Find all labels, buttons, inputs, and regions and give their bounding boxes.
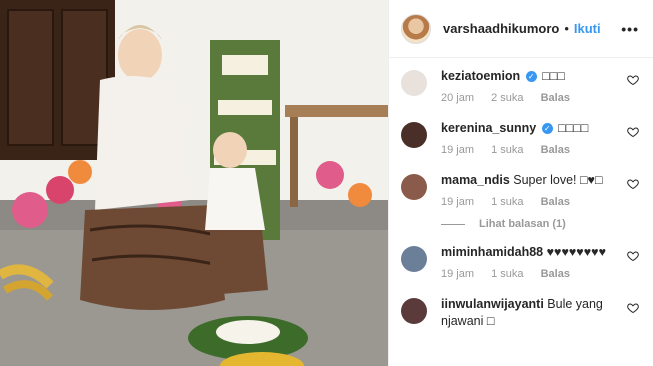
comment-time[interactable]: 20 jam — [441, 92, 474, 104]
comment-item: keziatoemion ✓ □□□ 20 jam 2 suka Balas — [401, 68, 639, 104]
author-username[interactable]: varshaadhikumoro — [443, 21, 559, 36]
comment-likes[interactable]: 1 suka — [491, 144, 523, 156]
comment-time[interactable]: 19 jam — [441, 144, 474, 156]
comment-item: iinwulanwijayanti Bule yang njawani □ — [401, 296, 639, 330]
comment-text: Super love! □♥□ — [513, 173, 603, 187]
comment-text: □□□□ — [558, 121, 589, 135]
commenter-avatar[interactable] — [401, 122, 427, 148]
comment-likes[interactable]: 1 suka — [491, 196, 523, 208]
heart-icon[interactable] — [627, 250, 639, 262]
replies-divider — [441, 223, 465, 225]
commenter-username[interactable]: miminhamidah88 — [441, 245, 543, 259]
commenter-username[interactable]: mama_ndis — [441, 173, 510, 187]
verified-badge-icon: ✓ — [541, 123, 553, 135]
comment-item: mama_ndis Super love! □♥□ 19 jam 1 suka … — [401, 172, 639, 208]
comment-time[interactable]: 19 jam — [441, 196, 474, 208]
reply-button[interactable]: Balas — [541, 196, 570, 208]
commenter-username[interactable]: kerenina_sunny — [441, 121, 536, 135]
separator-dot: • — [564, 21, 569, 36]
commenter-username[interactable]: keziatoemion — [441, 69, 520, 83]
comment-text: □□□ — [542, 69, 565, 83]
commenter-avatar[interactable] — [401, 246, 427, 272]
heart-icon[interactable] — [627, 126, 639, 138]
author-avatar[interactable] — [401, 13, 431, 44]
post-header: varshaadhikumoro • Ikuti ••• — [389, 0, 653, 58]
post-photo-illustration — [0, 0, 388, 366]
follow-button[interactable]: Ikuti — [574, 21, 601, 36]
verified-badge-icon: ✓ — [525, 71, 537, 83]
commenter-avatar[interactable] — [401, 174, 427, 200]
instagram-post: varshaadhikumoro • Ikuti ••• keziatoemio… — [0, 0, 653, 366]
more-options-icon[interactable]: ••• — [621, 21, 639, 37]
view-replies-label[interactable]: Lihat balasan (1) — [479, 218, 566, 230]
view-replies-link[interactable]: Lihat balasan (1) — [441, 218, 639, 230]
post-photo[interactable] — [0, 0, 388, 366]
comment-text: ♥♥♥♥♥♥♥♥ — [546, 245, 606, 259]
comment-likes[interactable]: 2 suka — [491, 92, 523, 104]
commenter-avatar[interactable] — [401, 298, 427, 324]
comment-item: kerenina_sunny ✓ □□□□ 19 jam 1 suka Bala… — [401, 120, 639, 156]
comment-time[interactable]: 19 jam — [441, 268, 474, 280]
reply-button[interactable]: Balas — [541, 144, 570, 156]
heart-icon[interactable] — [627, 178, 639, 190]
comment-likes[interactable]: 1 suka — [491, 268, 523, 280]
commenter-username[interactable]: iinwulanwijayanti — [441, 297, 544, 311]
reply-button[interactable]: Balas — [541, 92, 570, 104]
post-sidebar: varshaadhikumoro • Ikuti ••• keziatoemio… — [388, 0, 653, 366]
reply-button[interactable]: Balas — [541, 268, 570, 280]
comments-list: keziatoemion ✓ □□□ 20 jam 2 suka Balas k… — [389, 58, 653, 366]
commenter-avatar[interactable] — [401, 70, 427, 96]
heart-icon[interactable] — [627, 302, 639, 314]
comment-item: miminhamidah88 ♥♥♥♥♥♥♥♥ 19 jam 1 suka Ba… — [401, 244, 639, 280]
heart-icon[interactable] — [627, 74, 639, 86]
